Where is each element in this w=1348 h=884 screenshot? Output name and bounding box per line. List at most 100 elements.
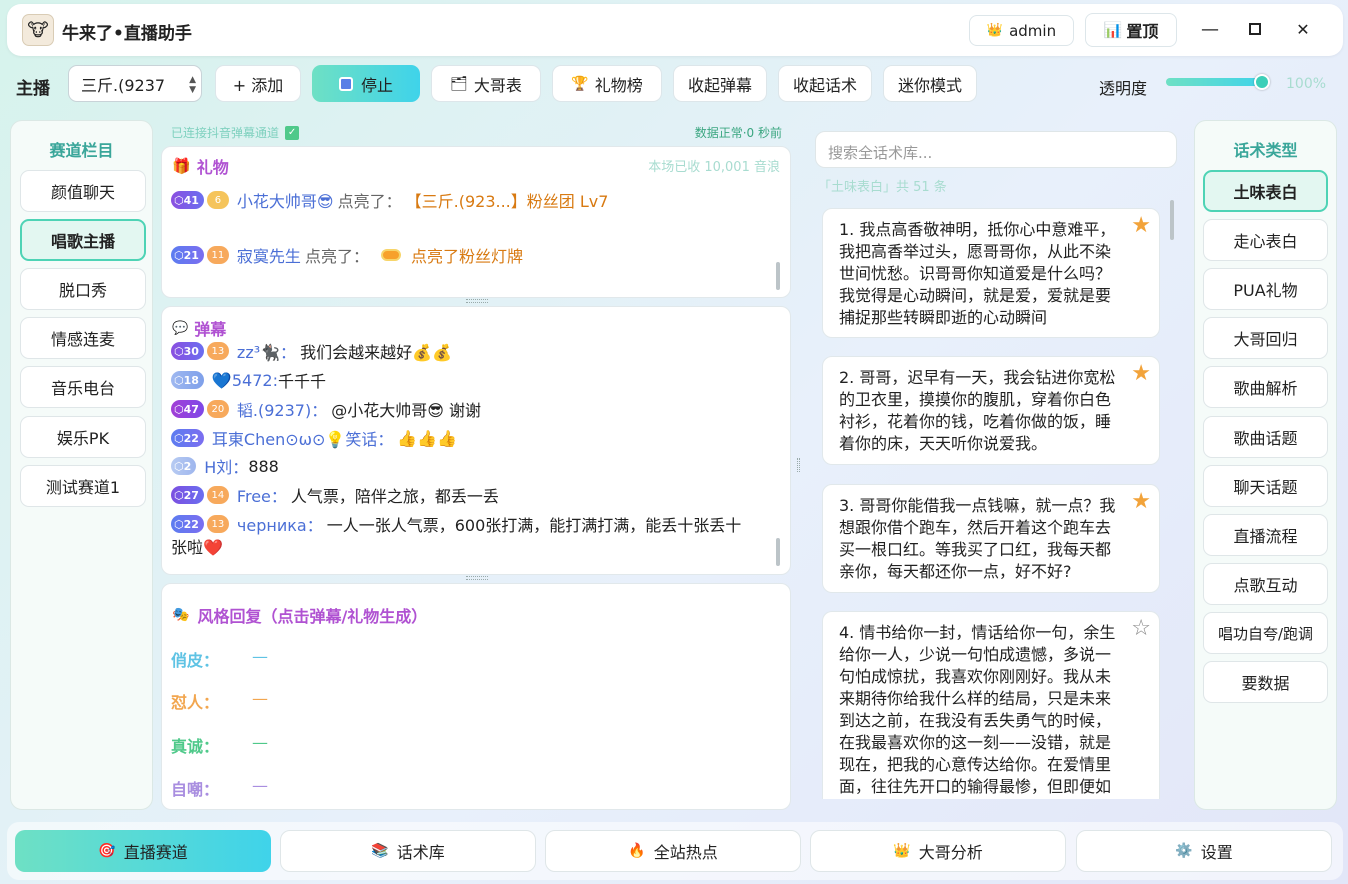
tab-label: 直播赛道 [123, 843, 188, 862]
opacity-value: 100% [1286, 76, 1327, 92]
script-card[interactable]: 2. 哥哥，迟早有一天，我会钻进你宽松的卫衣里，摸摸你的腹肌，穿着你白色衬衫，花… [822, 356, 1160, 465]
type-item-10[interactable]: 要数据 [1203, 661, 1328, 703]
danmaku-row[interactable]: ⬡ 27 14 Free： 人气票，陪伴之旅，都丢一丢 [171, 483, 499, 507]
tab-label: 大哥分析 [918, 843, 983, 862]
nav-item-5[interactable]: 娱乐PK [20, 416, 146, 458]
script-scrollbar[interactable] [1170, 200, 1174, 240]
script-text: 2. 哥哥，迟早有一天，我会钻进你宽松的卫衣里，摸摸你的腹肌，穿着你白色衬衫，花… [839, 368, 1116, 453]
danmaku-user[interactable]: zz³🐈‍⬛： [237, 339, 296, 363]
pin-button[interactable]: 📊 置顶 [1085, 13, 1177, 47]
style-value-sincere[interactable]: — [252, 733, 268, 752]
danmaku-row[interactable]: ⬡ 47 20 韬.(9237)： @小花大帅哥😎 谢谢 [171, 397, 481, 421]
style-value-playful[interactable]: — [252, 647, 268, 666]
tab-settings[interactable]: ⚙️ 设置 [1076, 830, 1332, 872]
opacity-slider-handle[interactable] [1254, 74, 1270, 90]
user-button[interactable]: 👑 admin [969, 15, 1074, 46]
tab-script-library[interactable]: 📚 话术库 [280, 830, 536, 872]
star-outline-icon[interactable]: ☆ [1131, 618, 1151, 640]
fan-badge-value: 27 [183, 488, 199, 502]
level-badge: 13 [206, 342, 229, 360]
danmaku-scrollbar[interactable] [776, 538, 780, 566]
fan-badge: ⬡ 41 [171, 191, 204, 209]
tab-live-track[interactable]: 🎯 直播赛道 [15, 830, 271, 872]
script-text: 4. 情书给你一封，情话给你一句，余生给你一人，少说一句怕成遗憾，多说一句怕成惊… [839, 623, 1116, 796]
type-item-2[interactable]: PUA礼物 [1203, 268, 1328, 310]
add-button[interactable]: + 添加 [215, 65, 301, 102]
nav-item-0[interactable]: 颜值聊天 [20, 170, 146, 212]
tab-big-brother-analysis[interactable]: 👑 大哥分析 [810, 830, 1066, 872]
gift-action: 点亮了： [304, 247, 369, 266]
type-item-3[interactable]: 大哥回归 [1203, 317, 1328, 359]
type-item-4[interactable]: 歌曲解析 [1203, 366, 1328, 408]
gift-rank-button[interactable]: 🏆 礼物榜 [552, 65, 662, 102]
big-brother-table-button[interactable]: 🗂 大哥表 [431, 65, 541, 102]
mini-mode-button[interactable]: 迷你模式 [883, 65, 977, 102]
danmaku-user[interactable]: 韬.(9237)： [237, 397, 327, 421]
opacity-slider[interactable] [1166, 74, 1270, 90]
danmaku-row[interactable]: ⬡ 22 耳東Chen⊙ω⊙💡笑话： 👍👍👍 [171, 426, 457, 450]
danmaku-user[interactable]: черника： [237, 512, 323, 536]
script-card[interactable]: 1. 我点高香敬神明，抵你心中意难平，我把高香举过头，愿哥哥你，从此不染世间忧愁… [822, 208, 1160, 338]
splitter-handle[interactable] [466, 576, 488, 580]
danmaku-user[interactable]: Free： [237, 483, 287, 507]
danmaku-row[interactable]: ⬡ 18 💙5472: 千千千 [171, 368, 326, 392]
nav-item-2[interactable]: 脱口秀 [20, 268, 146, 310]
type-item-5[interactable]: 歌曲话题 [1203, 416, 1328, 458]
fan-badge: ⬡ 22 [171, 429, 204, 447]
stop-label: 停止 [360, 75, 393, 95]
danmaku-row[interactable]: ⬡ 22 13 черника： 一人一张人气票，600张打满，能打满打满，能丢十… [171, 512, 741, 536]
collapse-scripts-button[interactable]: 收起话术 [778, 65, 872, 102]
bar-chart-icon: 📊 [1103, 21, 1123, 39]
dropdown-arrow-icon: ▲ ▼ [189, 75, 196, 95]
gift-user[interactable]: 寂寞先生 [237, 243, 301, 267]
nav-item-4[interactable]: 音乐电台 [20, 366, 146, 408]
nav-item-1[interactable]: 唱歌主播 [20, 219, 146, 261]
nav-item-3[interactable]: 情感连麦 [20, 317, 146, 359]
style-value-roast[interactable]: — [252, 689, 268, 708]
splitter-handle[interactable] [466, 299, 488, 303]
anchor-label: 主播 [16, 79, 50, 99]
type-item-7[interactable]: 直播流程 [1203, 514, 1328, 556]
script-count: 「土味表白」共 51 条 [818, 180, 947, 195]
type-item-8[interactable]: 点歌互动 [1203, 563, 1328, 605]
type-item-0[interactable]: 土味表白 [1203, 170, 1328, 212]
collapse-danmaku-button[interactable]: 收起弹幕 [673, 65, 767, 102]
style-reply-title: 🎭 风格回复（点击弹幕/礼物生成） [172, 603, 427, 627]
gift-action: 点亮了： [337, 192, 402, 211]
script-card[interactable]: 3. 哥哥你能借我一点钱嘛，就一点？我想跟你借个跑车，然后开着这个跑车去买一根口… [822, 484, 1160, 593]
nav-item-6[interactable]: 测试赛道1 [20, 465, 146, 507]
star-icon[interactable]: ★ [1131, 215, 1151, 237]
type-item-1[interactable]: 走心表白 [1203, 219, 1328, 261]
gift-row[interactable]: ⬡ 21 11 寂寞先生 点亮了： 点亮了粉丝灯牌 [171, 243, 523, 267]
script-card[interactable]: 4. 情书给你一封，情话给你一句，余生给你一人，少说一句怕成遗憾，多说一句怕成惊… [822, 611, 1160, 799]
trophy-icon: 🏆 [571, 75, 589, 92]
tab-hot-topics[interactable]: 🔥 全站热点 [545, 830, 801, 872]
danmaku-user[interactable]: H刘： [204, 454, 248, 478]
gift-user[interactable]: 小花大帅哥😎 [237, 188, 334, 212]
column-splitter[interactable] [797, 458, 800, 472]
maximize-button[interactable] [1243, 16, 1267, 42]
fan-badge-value: 41 [183, 193, 199, 207]
type-item-9[interactable]: 唱功自夸/跑调 [1203, 612, 1328, 654]
stop-button[interactable]: 停止 [312, 65, 420, 102]
gift-row[interactable]: ⬡ 41 6 小花大帅哥😎 点亮了： 【三斤.(923...】粉丝团 Lv7 [171, 188, 608, 212]
fan-badge: ⬡ 30 [171, 342, 204, 360]
close-button[interactable]: ✕ [1291, 16, 1315, 42]
anchor-select[interactable]: 三斤.(9237 ▲ ▼ [68, 65, 202, 102]
danmaku-text: 我们会越来越好💰💰 [300, 343, 452, 362]
style-value-self-deprecate[interactable]: — [252, 776, 268, 795]
style-label-self-deprecate: 自嘲： [171, 780, 220, 799]
danmaku-row[interactable]: ⬡ 30 13 zz³🐈‍⬛： 我们会越来越好💰💰 [171, 339, 452, 363]
star-icon[interactable]: ★ [1131, 363, 1151, 385]
star-icon[interactable]: ★ [1131, 491, 1151, 513]
type-item-6[interactable]: 聊天话题 [1203, 465, 1328, 507]
danmaku-text: 一人一张人气票，600张打满，能打满打满，能丢十张丢十 [326, 516, 742, 535]
danmaku-user[interactable]: 💙5472: [212, 371, 278, 390]
minimize-button[interactable]: — [1198, 16, 1222, 42]
gift-scrollbar[interactable] [776, 262, 780, 290]
danmaku-row[interactable]: ⬡ 2 H刘： 888 [171, 454, 279, 478]
danmaku-user[interactable]: 耳東Chen⊙ω⊙💡笑话： [212, 426, 393, 450]
data-status: 数据正常·0 秒前 [694, 126, 782, 140]
connection-status-text: 已连接抖音弹幕通道 [171, 126, 280, 140]
script-search-input[interactable]: 搜索全话术库... [815, 131, 1177, 168]
